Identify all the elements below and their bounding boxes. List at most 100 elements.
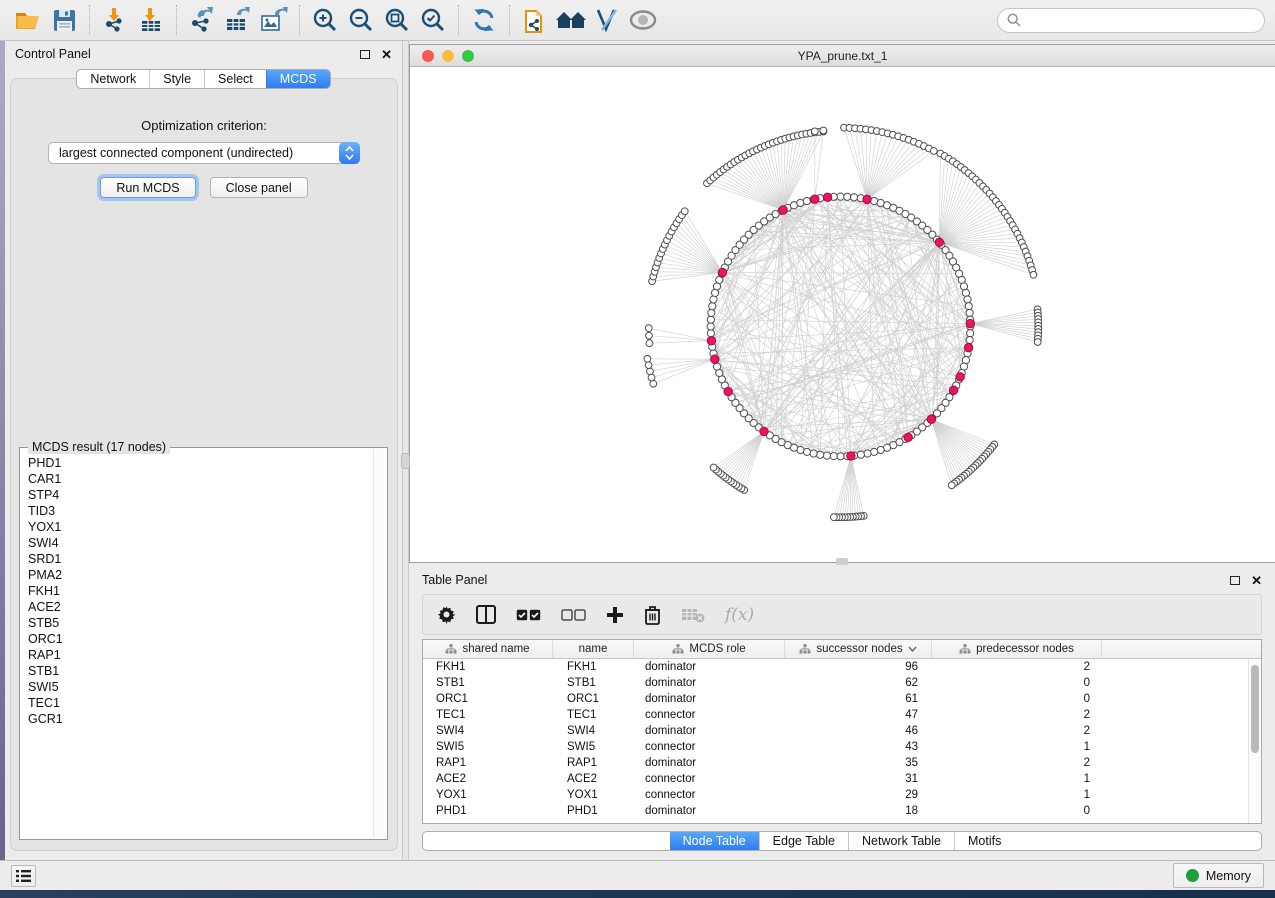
close-panel-icon[interactable]: ✕ [1251, 574, 1262, 587]
mcds-list-scrollbar[interactable] [373, 449, 386, 838]
export-image-button[interactable] [256, 3, 292, 37]
graph-node[interactable] [647, 368, 654, 375]
graph-node[interactable] [645, 362, 652, 369]
horizontal-splitter-handle[interactable] [836, 558, 848, 565]
mcds-result-list[interactable]: PHD1 CAR1 STP4 TID3 YOX1 SWI4 SRD1 PMA2 … [21, 449, 373, 838]
table-row[interactable]: TEC1TEC1connector472 [423, 707, 1261, 723]
task-history-button[interactable] [11, 865, 36, 887]
zoom-out-button[interactable] [343, 3, 379, 37]
tab-edge-table[interactable]: Edge Table [759, 832, 848, 850]
graph-node[interactable] [646, 332, 653, 339]
graph-node[interactable] [830, 514, 837, 521]
zoom-fit-button[interactable] [379, 3, 415, 37]
hide-panels-button[interactable] [589, 3, 625, 37]
graph-node[interactable] [707, 323, 714, 330]
graph-node[interactable] [966, 309, 973, 316]
zoom-in-button[interactable] [307, 3, 343, 37]
graph-node[interactable] [1034, 339, 1041, 346]
graph-dominator-node[interactable] [760, 427, 768, 435]
graph-dominator-node[interactable] [707, 337, 715, 345]
graph-node[interactable] [948, 482, 955, 489]
tab-node-table[interactable]: Node Table [670, 832, 759, 850]
refresh-layout-button[interactable] [466, 3, 502, 37]
graph-dominator-node[interactable] [949, 386, 957, 394]
graph-node[interactable] [707, 330, 714, 337]
float-panel-icon[interactable] [360, 50, 370, 59]
splitter-handle[interactable] [401, 453, 410, 469]
network-graph[interactable] [410, 67, 1275, 562]
graph-dominator-node[interactable] [966, 319, 974, 327]
graph-node[interactable] [966, 336, 973, 343]
graph-dominator-node[interactable] [935, 238, 943, 246]
table-row[interactable]: SWI4SWI4dominator462 [423, 723, 1261, 739]
network-canvas[interactable] [410, 67, 1275, 562]
table-row[interactable]: ACE2ACE2connector311 [423, 771, 1261, 787]
graph-dominator-node[interactable] [724, 387, 732, 395]
graph-dominator-node[interactable] [904, 433, 912, 441]
graph-node[interactable] [830, 453, 837, 460]
zoom-selected-button[interactable] [415, 3, 451, 37]
table-row[interactable]: RAP1RAP1dominator352 [423, 755, 1261, 771]
search-input[interactable] [1027, 13, 1255, 27]
delete-table-button[interactable] [681, 607, 705, 623]
network-view-titlebar[interactable]: YPA_prune.txt_1 [410, 45, 1275, 67]
float-panel-icon[interactable] [1230, 576, 1240, 585]
export-network-button[interactable] [184, 3, 220, 37]
graph-node[interactable] [850, 194, 857, 201]
close-panel-button[interactable]: Close panel [210, 177, 308, 198]
tab-mcds[interactable]: MCDS [266, 70, 330, 88]
graph-node[interactable] [857, 451, 864, 458]
tab-style[interactable]: Style [149, 70, 204, 88]
close-panel-icon[interactable]: ✕ [381, 48, 392, 61]
graph-node[interactable] [646, 340, 653, 347]
graph-dominator-node[interactable] [718, 268, 726, 276]
graph-node[interactable] [820, 127, 827, 134]
table-row[interactable]: YOX1YOX1connector291 [423, 787, 1261, 803]
deselect-all-button[interactable] [561, 609, 586, 621]
gear-button[interactable] [437, 605, 456, 624]
open-file-button[interactable] [10, 3, 46, 37]
graph-node[interactable] [967, 330, 974, 337]
split-columns-button[interactable] [476, 605, 496, 624]
network-home-button[interactable] [553, 3, 589, 37]
graph-node[interactable] [871, 448, 878, 455]
table-scrollbar-thumb[interactable] [1251, 665, 1259, 753]
graph-node[interactable] [645, 325, 652, 332]
graph-node[interactable] [710, 464, 717, 471]
delete-column-button[interactable] [644, 605, 661, 625]
graph-dominator-node[interactable] [811, 195, 819, 203]
graph-node[interactable] [930, 148, 937, 155]
tab-motifs[interactable]: Motifs [954, 832, 1014, 850]
maximize-window-icon[interactable] [462, 50, 474, 62]
table-row[interactable]: STB1STB1dominator620 [423, 675, 1261, 691]
function-builder-button[interactable]: f(x) [725, 605, 754, 625]
tab-network[interactable]: Network [77, 70, 149, 88]
close-window-icon[interactable] [422, 50, 434, 62]
graph-node[interactable] [965, 303, 972, 310]
graph-node[interactable] [644, 355, 651, 362]
graph-node[interactable] [810, 450, 817, 457]
graph-node[interactable] [708, 309, 715, 316]
graph-dominator-node[interactable] [956, 373, 964, 381]
graph-node[interactable] [964, 296, 971, 303]
column-header-mcds-role[interactable]: MCDS role [634, 640, 785, 658]
show-panels-button[interactable] [625, 3, 661, 37]
tab-select[interactable]: Select [204, 70, 266, 88]
graph-node[interactable] [817, 451, 824, 458]
column-header-shared-name[interactable]: shared name [423, 640, 553, 658]
table-row[interactable]: FKH1FKH1dominator962 [423, 659, 1261, 675]
graph-dominator-node[interactable] [711, 355, 719, 363]
vertical-splitter[interactable] [402, 41, 409, 860]
table-scrollbar[interactable] [1248, 660, 1261, 823]
graph-node[interactable] [844, 193, 851, 200]
table-row[interactable]: PHD1PHD1dominator180 [423, 803, 1261, 819]
graph-dominator-node[interactable] [964, 343, 972, 351]
graph-node[interactable] [837, 193, 844, 200]
graph-node[interactable] [707, 316, 714, 323]
graph-node[interactable] [1030, 271, 1037, 278]
save-session-button[interactable] [46, 3, 82, 37]
column-header-name[interactable]: name [553, 640, 634, 658]
graph-node[interactable] [837, 453, 844, 460]
column-header-predecessor-nodes[interactable]: predecessor nodes [932, 640, 1102, 658]
graph-node[interactable] [811, 128, 818, 135]
